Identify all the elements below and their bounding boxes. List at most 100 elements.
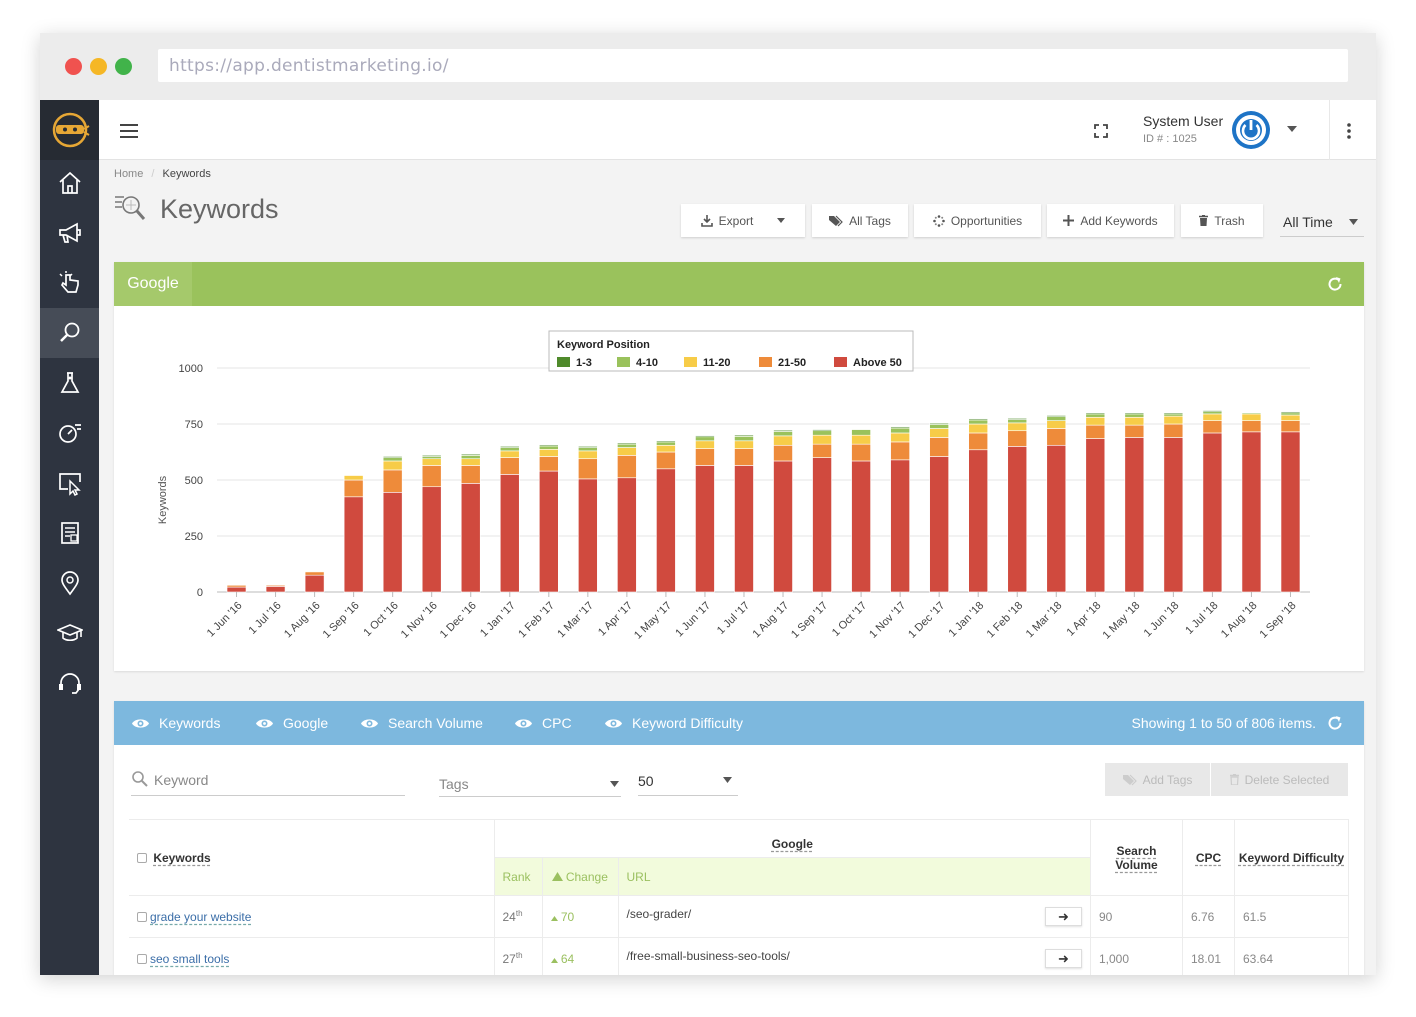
cpc-header-label[interactable]: CPC (1196, 851, 1221, 865)
url-bar[interactable]: https://app.dentistmarketing.io/ (158, 49, 1348, 82)
bar-segment (1007, 419, 1028, 424)
difficulty-header-label[interactable]: Keyword Difficulty (1239, 851, 1344, 865)
maximize-window-button[interactable] (115, 58, 132, 75)
table-row[interactable]: seo small tools 27th 64/free-small-busine… (129, 937, 1349, 975)
time-range-select[interactable]: All Time (1280, 207, 1364, 237)
search-volume-header-label[interactable]: Search Volume (1115, 844, 1157, 872)
search-icon (59, 322, 79, 342)
bar-segment (1124, 416, 1145, 426)
bar-segment (617, 477, 637, 593)
google-tab[interactable]: Google (114, 262, 192, 306)
google-header-label[interactable]: Google (772, 837, 813, 851)
url-column-header[interactable]: URL (617, 857, 1091, 896)
user-name: System User (1143, 113, 1224, 129)
sidebar-item-home[interactable] (40, 158, 99, 208)
legend-swatch (759, 357, 772, 367)
add-tags-button[interactable]: Add Tags (1105, 763, 1210, 796)
delete-selected-button[interactable]: Delete Selected (1211, 763, 1348, 796)
sidebar-item-clicks-display[interactable] (40, 458, 99, 508)
x-tick-label: 1 Sep '18 (1257, 600, 1298, 641)
sidebar-item-lab[interactable] (40, 358, 99, 408)
bar-segment (773, 431, 793, 437)
trash-button[interactable]: Trash (1181, 204, 1263, 237)
x-tick-label: 1 Aug '18 (1219, 600, 1260, 641)
logo[interactable] (40, 100, 99, 160)
tags-select[interactable]: Tags (439, 773, 621, 797)
table-refresh-icon[interactable] (1327, 715, 1343, 731)
x-tick-label: 1 Nov '16 (399, 600, 440, 641)
bar-segment (343, 479, 364, 498)
change-column-header[interactable]: Change (541, 857, 619, 896)
breadcrumb-home[interactable]: Home (114, 168, 143, 180)
sidebar-item-support[interactable] (40, 658, 99, 708)
bar-segment (1046, 420, 1067, 429)
sidebar-item-campaigns[interactable] (40, 208, 99, 258)
user-menu-caret-icon[interactable] (1287, 126, 1297, 132)
bar-segment (1241, 412, 1262, 415)
toggle-tab-4[interactable]: Keyword Difficulty (604, 701, 743, 745)
sidebar-item-locations[interactable] (40, 558, 99, 608)
open-url-button[interactable]: ➜ (1045, 907, 1082, 926)
select-all-checkbox[interactable] (137, 853, 147, 864)
rank-value: 24 (502, 910, 516, 924)
minimize-window-button[interactable] (90, 58, 107, 75)
bar-segment (890, 459, 910, 593)
more-options-icon[interactable] (1347, 123, 1351, 139)
bar-segment (1085, 412, 1106, 415)
bar-segment (1046, 428, 1067, 446)
bar-segment (265, 586, 286, 593)
bar-segment (460, 458, 481, 466)
open-url-button[interactable]: ➜ (1045, 949, 1082, 968)
toggle-tab-3[interactable]: CPC (514, 701, 572, 745)
keywords-header-label[interactable]: Keywords (153, 851, 210, 865)
export-label: Export (718, 213, 754, 228)
bar-segment (929, 423, 949, 425)
bar-segment (539, 470, 559, 593)
bar-segment (1202, 410, 1223, 412)
bar-segment (421, 455, 442, 457)
keyword-link[interactable]: seo small tools (150, 952, 229, 966)
y-tick-label: 250 (185, 531, 203, 543)
bar-segment (1163, 437, 1184, 593)
bar-segment (1085, 416, 1106, 426)
sidebar-item-clicks[interactable] (40, 258, 99, 308)
sidebar-item-keywords[interactable] (40, 308, 99, 358)
tags-select-placeholder: Tags (439, 776, 469, 792)
hamburger-menu-icon[interactable] (120, 124, 138, 138)
sidebar-item-analytics[interactable] (40, 408, 99, 458)
url-value: /free-small-business-seo-tools/ (626, 949, 790, 963)
add-keywords-button[interactable]: Add Keywords (1047, 204, 1174, 237)
row-checkbox[interactable] (137, 954, 147, 965)
rank-column-header[interactable]: Rank (493, 857, 543, 896)
toggle-tab-0[interactable]: Keywords (131, 701, 220, 745)
cpc-cell: 18.01 (1182, 937, 1235, 975)
breadcrumb-current: Keywords (162, 168, 211, 180)
export-button[interactable]: Export (681, 204, 805, 237)
avatar-power-icon[interactable] (1231, 110, 1271, 150)
page-size-select[interactable]: 50 (638, 771, 738, 796)
keyword-search-field[interactable]: Keyword (131, 769, 405, 796)
keyword-link[interactable]: grade your website (150, 910, 251, 924)
add-tags-icon (1122, 774, 1137, 785)
ninja-logo-icon (52, 112, 90, 148)
x-tick-label: 1 Feb '18 (985, 600, 1026, 641)
breadcrumb: Home / Keywords (114, 168, 211, 180)
all-tags-button[interactable]: All Tags (812, 204, 908, 237)
page-title: Keywords (160, 194, 279, 224)
headset-icon (58, 673, 81, 694)
sidebar-item-training[interactable] (40, 608, 99, 658)
toggle-tab-2[interactable]: Search Volume (360, 701, 483, 745)
x-tick-label: 1 Jan '17 (478, 600, 518, 640)
rank-value: 27 (502, 952, 516, 966)
row-checkbox[interactable] (137, 912, 147, 923)
sidebar-item-reports[interactable] (40, 508, 99, 558)
fullscreen-icon[interactable] (1094, 124, 1108, 138)
plus-icon (1063, 215, 1075, 226)
refresh-icon[interactable] (1327, 276, 1343, 292)
close-window-button[interactable] (65, 58, 82, 75)
bar-segment (851, 429, 871, 436)
table-row[interactable]: grade your website 24th 70/seo-grader/ ➜ 90… (129, 895, 1349, 938)
bar-segment (695, 465, 715, 593)
opportunities-button[interactable]: Opportunities (914, 204, 1041, 237)
toggle-tab-1[interactable]: Google (255, 701, 328, 745)
